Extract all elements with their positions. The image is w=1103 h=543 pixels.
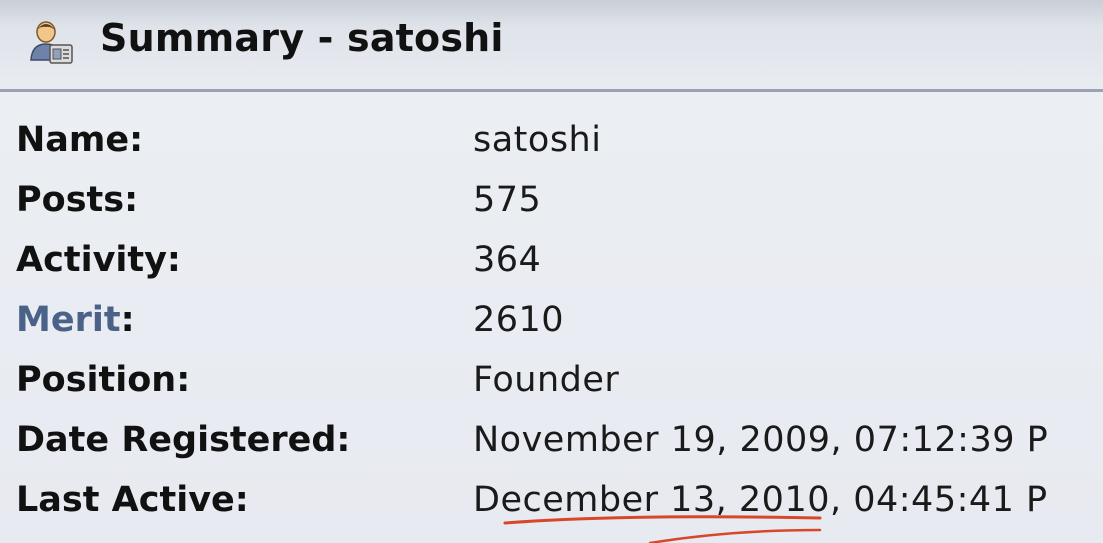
field-label: Position: (16, 360, 191, 400)
profile-row-activity: Activity: 364 (0, 230, 1103, 290)
field-label: Activity: (16, 240, 181, 280)
field-label: Date Registered: (16, 420, 351, 460)
profile-row-position: Position: Founder (0, 350, 1103, 410)
profile-summary-panel: Summary - satoshi Name: satoshi Posts: 5… (0, 0, 1103, 543)
profile-row-posts: Posts: 575 (0, 170, 1103, 230)
field-value-position: Founder (473, 360, 620, 400)
red-underline-annotation (503, 515, 822, 543)
profile-fields-table: Name: satoshi Posts: 575 Activity: 364 M… (0, 110, 1103, 530)
field-label: Merit: (16, 300, 135, 340)
field-value-name: satoshi (473, 120, 602, 160)
profile-row-merit: Merit: 2610 (0, 290, 1103, 350)
merit-link[interactable]: Merit (16, 300, 121, 340)
field-label: Last Active: (16, 480, 249, 520)
field-value-activity: 364 (473, 240, 542, 280)
profile-row-name: Name: satoshi (0, 110, 1103, 170)
field-label: Name: (16, 120, 144, 160)
field-value-merit: 2610 (473, 300, 565, 340)
page-title: Summary - satoshi (100, 16, 504, 60)
user-profile-icon (28, 20, 76, 66)
summary-header: Summary - satoshi (0, 0, 1103, 92)
field-label: Posts: (16, 180, 139, 220)
profile-row-date-registered: Date Registered: November 19, 2009, 07:1… (0, 410, 1103, 470)
field-value-posts: 575 (473, 180, 542, 220)
field-value-date-registered: November 19, 2009, 07:12:39 P (473, 420, 1049, 460)
